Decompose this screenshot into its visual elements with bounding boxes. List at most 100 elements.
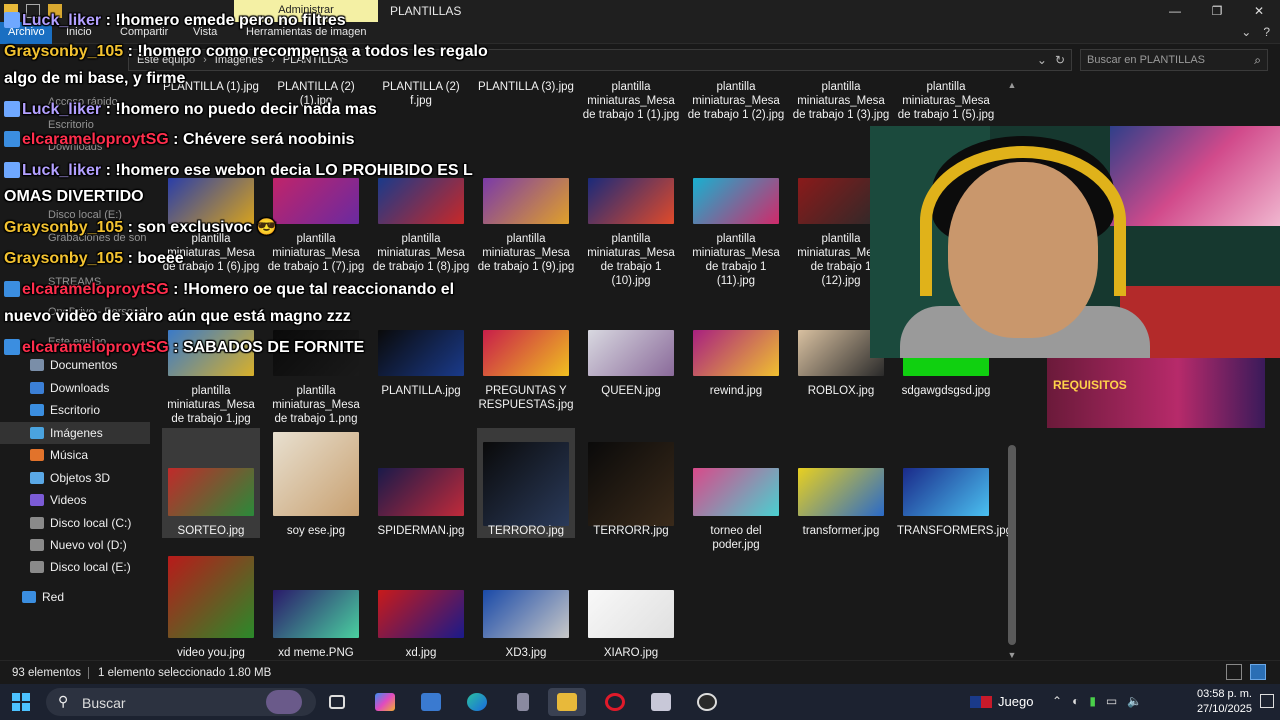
file-item[interactable]: TERRORO.jpg [477,428,575,538]
window-controls: — ❐ ✕ [1154,0,1280,22]
details-view-icon[interactable] [1226,664,1242,680]
mic-icon[interactable]: ◐ [1072,694,1079,708]
file-item[interactable]: PLANTILLA (3).jpg [477,74,575,122]
chat-text: : SABADOS DE FORNITE [168,339,365,356]
chat-text: : !Homero oe que tal reaccionando el [168,281,455,298]
image-thumbnail [168,556,254,638]
chat-text: : boeee [123,250,184,267]
chat-message: Luck_liker : !homero emede pero no filtr… [4,10,346,32]
notifications-icon[interactable] [1260,694,1274,708]
game-app-icon[interactable] [642,688,680,716]
search-input[interactable] [1081,50,1231,70]
volume-icon[interactable]: 🔈 [1127,694,1142,708]
sidebar-item-disk-e[interactable]: Disco local (E:) [0,556,150,578]
file-item[interactable]: transformer.jpg [792,428,890,538]
chat-username: Luck_liker [22,101,102,118]
search-highlight-icon [266,690,302,714]
file-item[interactable]: plantilla miniaturas_Mesa de trabajo 1 (… [582,74,680,122]
file-item[interactable]: PREGUNTAS Y RESPUESTAS.jpg [477,326,575,428]
task-view-icon[interactable] [318,688,356,716]
maximize-button[interactable]: ❐ [1196,0,1238,22]
refresh-icon[interactable]: ↻ [1055,53,1065,67]
file-item[interactable]: XD3.jpg [477,552,575,659]
expand-ribbon-icon[interactable]: ⌄ [1241,25,1251,39]
file-item[interactable]: soy ese.jpg [267,428,365,538]
file-item[interactable]: PLANTILLA (2) f.jpg [372,74,470,122]
game-mode-indicator[interactable]: Juego [970,694,1033,709]
file-name: XIARO.jpg [603,647,659,659]
image-thumbnail [378,590,464,638]
sidebar-item-music[interactable]: Música [0,444,150,466]
chevron-up-icon[interactable]: ⌃ [1052,694,1062,708]
file-item[interactable]: plantilla miniaturas_Mesa de trabajo 1 (… [267,174,365,276]
search-icon[interactable]: ⌕ [1254,53,1261,68]
drive-icon [30,561,44,573]
sidebar-item-label: Red [42,590,65,604]
image-thumbnail [588,442,674,526]
chat-username: elcarameloproytSG [22,281,169,298]
opera-icon[interactable] [596,688,634,716]
sidebar-item-disk-d[interactable]: Nuevo vol (D:) [0,534,150,556]
scroll-up-icon[interactable]: ▲ [1006,80,1018,90]
file-item[interactable]: plantilla miniaturas_Mesa de trabajo 1 (… [687,74,785,122]
requirements-title: REQUISITOS [1053,378,1127,392]
file-item[interactable]: SORTEO.jpg [162,428,260,538]
file-item[interactable]: xd meme.PNG [267,552,365,659]
sidebar-item-3d-objects[interactable]: Objetos 3D [0,467,150,489]
sidebar-item-desktop[interactable]: Escritorio [0,399,150,421]
chat-text: : !homero ese webon decia LO PROHIBIDO E… [101,162,473,179]
sidebar-item-label: Videos [50,493,87,507]
store-icon[interactable] [412,688,450,716]
chat-username: Graysonby_105 [4,43,124,60]
ribbon-help-controls: ⌄ ? [1241,25,1270,39]
file-item[interactable]: xd.jpg [372,552,470,659]
help-icon[interactable]: ? [1263,25,1270,39]
sidebar-item-videos[interactable]: Videos [0,489,150,511]
scrollbar-thumb[interactable] [1008,445,1016,645]
sidebar-item-pictures[interactable]: Imágenes [0,422,150,444]
close-button[interactable]: ✕ [1238,0,1280,22]
network-icon[interactable]: ▭ [1106,694,1117,708]
chat-username: Graysonby_105 [4,250,124,267]
taskbar-search[interactable]: ⚲ Buscar [46,688,316,716]
file-item[interactable]: PLANTILLA.jpg [372,326,470,428]
file-item[interactable]: XIARO.jpg [582,552,680,659]
chat-message: Graysonby_105 : boeee [4,248,184,270]
chevron-down-icon[interactable]: ⌄ [1037,53,1047,67]
file-item[interactable]: video you.jpg [162,552,260,659]
file-item[interactable]: torneo del poder.jpg [687,428,785,551]
chat-text: : Chévere será noobinis [168,131,355,148]
chat-message: Luck_liker : !homero ese webon decia LO … [4,160,473,182]
file-item[interactable]: plantilla miniaturas_Mesa de trabajo 1 (… [897,74,995,122]
file-item[interactable]: TERRORR.jpg [582,428,680,538]
minimize-button[interactable]: — [1154,0,1196,22]
sidebar-item-network[interactable]: Red [0,586,150,608]
battery-icon[interactable]: ▮ [1089,694,1096,708]
image-thumbnail [693,178,779,224]
file-item[interactable]: plantilla miniaturas_Mesa de trabajo 1 (… [582,174,680,287]
file-name: plantilla miniaturas_Mesa de trabajo 1 (… [372,233,470,273]
chat-message: Graysonby_105 : son exclusivoc 😎 [4,217,277,239]
copilot-icon[interactable] [366,688,404,716]
obs-icon[interactable] [688,688,726,716]
sidebar-item-disk-c[interactable]: Disco local (C:) [0,512,150,534]
window-title: PLANTILLAS [390,4,462,18]
large-icons-view-icon[interactable] [1250,664,1266,680]
scroll-down-icon[interactable]: ▼ [1006,650,1018,660]
file-item[interactable]: plantilla miniaturas_Mesa de trabajo 1 (… [372,174,470,276]
file-item[interactable]: plantilla miniaturas_Mesa de trabajo 1 (… [792,74,890,122]
file-explorer-icon[interactable] [548,688,586,716]
clock[interactable]: 03:58 p. m. 27/10/2025 [1170,687,1252,717]
file-item[interactable]: plantilla miniaturas_Mesa de trabajo 1 (… [477,174,575,276]
windows-start-icon[interactable] [12,693,30,711]
edge-icon[interactable] [458,688,496,716]
sidebar-item-downloads[interactable]: Downloads [0,377,150,399]
image-thumbnail [483,178,569,224]
cube-icon [30,472,44,484]
file-item[interactable]: QUEEN.jpg [582,326,680,428]
file-item[interactable]: TRANSFORMERS.jpg [897,428,1012,538]
file-item[interactable]: plantilla miniaturas_Mesa de trabajo 1 (… [687,174,785,287]
file-item[interactable]: rewind.jpg [687,326,785,428]
file-item[interactable]: SPIDERMAN.jpg [372,428,470,538]
microphone-app-icon[interactable] [504,688,542,716]
